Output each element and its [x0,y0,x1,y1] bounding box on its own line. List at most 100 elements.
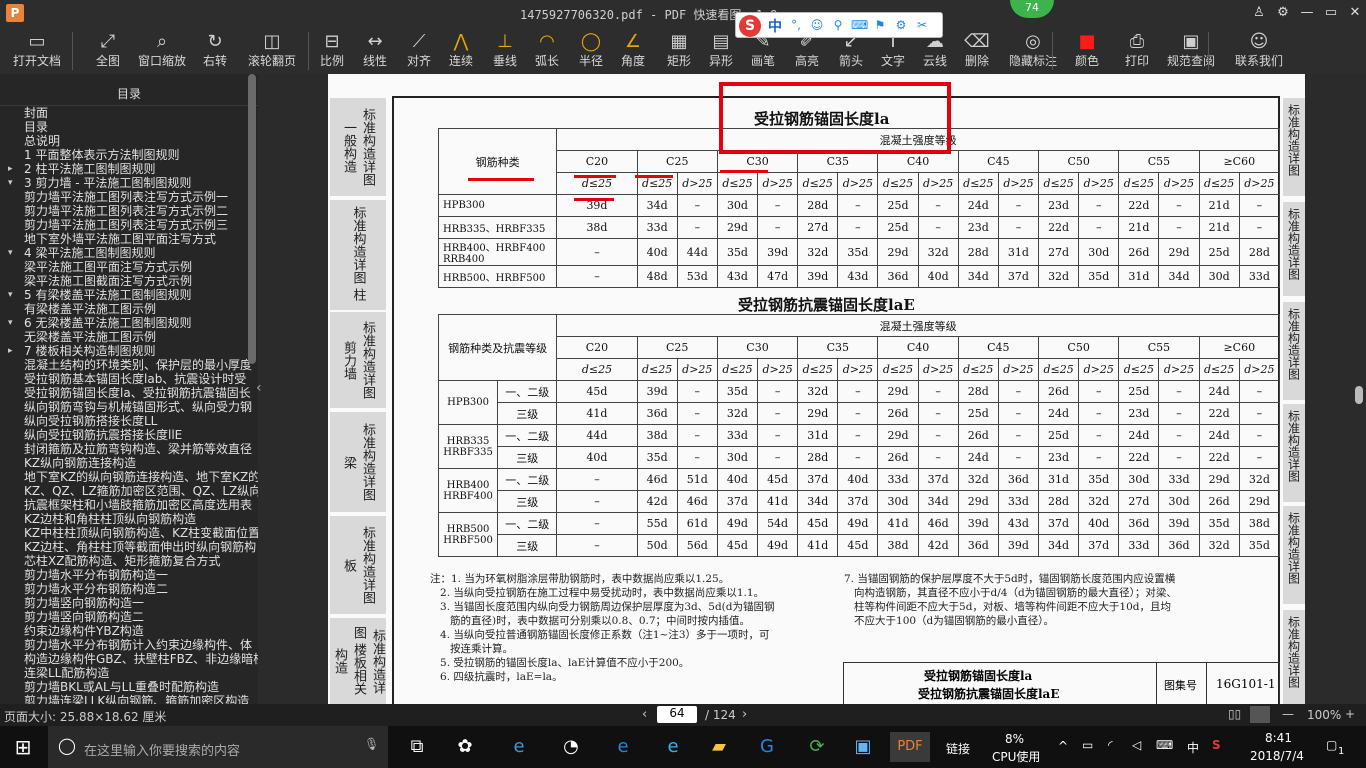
toc-item[interactable]: ▾ 6 无梁楼盖平法施工图制图规则 [0,316,258,330]
pinwheel-app-icon[interactable]: ✿ [450,732,480,762]
red-rectangle-annotation[interactable] [719,82,951,154]
toc-item[interactable]: 混凝土结构的环境类别、保护层的最小厚度 [0,358,258,372]
toolbar-7-button[interactable]: ⟋ 对齐 [404,28,434,74]
toc-item[interactable]: 剪力墙水平分布钢筋计入约束边缘构件、体 [0,638,258,652]
toc-toggle-icon[interactable]: ▾ [8,176,13,190]
toc-item[interactable]: 封面 [0,106,258,120]
toolbar-2-button[interactable]: ⌕ 窗口缩放 [136,28,188,74]
toolbar-0-button[interactable]: ▭ 打开文档 [10,28,64,74]
zoom-in-icon[interactable]: + [1345,707,1355,721]
volume-icon[interactable]: ◁ [1132,738,1141,752]
tray-expand-icon[interactable]: ^ [1058,739,1068,753]
toolbar-14-button[interactable]: ▤ 异形 [706,28,736,74]
image-app-icon[interactable]: ▣ [848,732,878,762]
toc-item[interactable]: 地下室外墙平法施工图平面注写方式 [0,232,258,246]
viewer-scrollbar[interactable] [1355,386,1363,404]
keyboard-icon[interactable]: ⌨ [1156,738,1173,752]
toc-item[interactable]: KZ边柱、角柱柱顶等截面伸出时纵向钢筋构 [0,540,258,554]
toc-item[interactable]: KZ纵向钢筋连接构造 [0,456,258,470]
toc-item[interactable]: 剪力墙竖向钢筋构造一 [0,596,258,610]
toc-item[interactable]: 纵向受拉钢筋搭接长度LL [0,414,258,428]
task-view-icon[interactable]: ⧉ [402,732,432,762]
edge-icon[interactable]: e [608,732,638,762]
zoom-out-icon[interactable]: — [1282,707,1294,721]
red-underline-annotation[interactable] [468,178,534,181]
clock-date[interactable]: 2018/7/4 [1250,749,1304,763]
ime-tool-6-icon[interactable]: ✂ [914,17,930,33]
toolbar-5-button[interactable]: ⊟ 比例 [318,28,346,74]
toc-item[interactable]: 剪力墙竖向钢筋构造二 [0,610,258,624]
toolbar-1-button[interactable]: ⤢ 全图 [90,28,126,74]
taskbar-link-label[interactable]: 链接 [946,740,970,757]
ime-tool-1-icon[interactable]: ☺ [809,17,825,33]
toc-item[interactable]: 封闭箍筋及拉筋弯钩构造、梁并筋等效直径 [0,442,258,456]
minimize-button[interactable]: — [1296,4,1318,22]
toolbar-4-button[interactable]: ◫ 滚轮翻页 [246,28,298,74]
toc-item[interactable]: KZ边柱和角柱柱顶纵向钢筋构造 [0,512,258,526]
wifi-icon[interactable]: ◜ [1108,738,1113,752]
prev-page-icon[interactable]: ‹ [642,707,647,722]
taskbar-search[interactable]: ◯ 在这里输入你要搜索的内容 🎙 [48,726,388,768]
ime-tool-5-icon[interactable]: ⚙ [893,17,909,33]
toc-item[interactable]: 梁平法施工图截面注写方式示例 [0,274,258,288]
ime-mode-label[interactable]: 中 [768,16,782,36]
toc-item[interactable]: ▾ 4 梁平法施工图制图规则 [0,246,258,260]
toc-toggle-icon[interactable]: ▾ [8,288,13,302]
single-page-icon[interactable]: ▯▯ [1228,707,1241,721]
toc-item[interactable]: 纵向钢筋弯钩与机械锚固形式、纵向受力钢 [0,400,258,414]
toc-item[interactable]: 剪力墙平法施工图列表注写方式示例一 [0,190,258,204]
toolbar-23-button[interactable]: ⎙ 打印 [1122,28,1152,74]
ime-indicator[interactable]: 中 [1187,739,1199,756]
toc-item[interactable]: ▾ 3 剪力墙 - 平法施工图制图规则 [0,176,258,190]
notification-icon[interactable]: ▢ [1326,738,1337,752]
maximize-button[interactable]: ▭ [1320,4,1342,22]
zoom-level[interactable]: 100% [1307,708,1341,722]
page-number-input[interactable]: 64 [657,706,697,723]
toc-item[interactable]: 剪力墙BKL或AL与LL重叠时配筋构造 [0,680,258,694]
toc-item[interactable]: 1 平面整体表示方法制图规则 [0,148,258,162]
ime-tool-2-icon[interactable]: ⚲ [830,17,846,33]
user-icon[interactable]: ♙ [1248,4,1270,22]
toc-item[interactable]: 剪力墙平法施工图列表注写方式示例三 [0,218,258,232]
toc-item[interactable]: 剪力墙水平分布钢筋构造一 [0,568,258,582]
toolbar-11-button[interactable]: ◯ 半径 [576,28,606,74]
red-underline-annotation[interactable] [574,175,616,178]
toc-item[interactable]: KZ中柱柱顶纵向钢筋构造、KZ柱变截面位置 [0,526,258,540]
ime-toolbar[interactable]: S 中 °, ☺ ⚲ ⌨ ⚑ ⚙ ✂ [735,12,943,38]
toc-item[interactable]: 梁平法施工图平面注写方式示例 [0,260,258,274]
toolbar-20-button[interactable]: ⌫ 删除 [962,28,992,74]
toc-item[interactable]: 纵向受拉钢筋抗震搭接长度llE [0,428,258,442]
toc-item[interactable]: 抗震框架柱和小墙肢箍筋加密区高度选用表 [0,498,258,512]
toolbar-10-button[interactable]: ◠ 弧长 [532,28,562,74]
ime-tool-4-icon[interactable]: ⚑ [872,17,888,33]
toc-item[interactable]: 连梁LL配筋构造 [0,666,258,680]
toc-item[interactable]: 剪力墙水平分布钢筋构造二 [0,582,258,596]
ie-icon[interactable]: e [504,732,534,762]
close-button[interactable]: ✕ [1344,4,1366,22]
document-viewer[interactable]: 标准构造详图 一般构造 标准构造详图 柱标准构造详图 剪力墙 标准构造详图 梁标准构… [268,74,1366,707]
green-app-icon[interactable]: ⟳ [802,732,832,762]
red-underline-annotation[interactable] [574,198,614,201]
settings-icon[interactable]: ⚙ [1272,4,1294,22]
browser-g-icon[interactable]: G [752,732,782,762]
toc-item[interactable]: 有梁楼盖平法施工图示例 [0,302,258,316]
toc-item[interactable]: 总说明 [0,134,258,148]
file-explorer-icon[interactable]: ▰ [704,732,734,762]
start-icon[interactable]: ⊞ [8,732,38,762]
toc-item[interactable]: 无梁楼盖平法施工图示例 [0,330,258,344]
toc-item[interactable]: 目录 [0,120,258,134]
battery-icon[interactable]: ▭ [1082,738,1093,752]
toc-toggle-icon[interactable]: ▾ [8,316,13,330]
toolbar-9-button[interactable]: ⊥ 垂线 [490,28,520,74]
toc-toggle-icon[interactable]: ▾ [8,246,13,260]
ime-tool-3-icon[interactable]: ⌨ [851,17,868,33]
toc-item[interactable]: 地下室KZ的纵向钢筋连接构造、地下室KZ的 [0,470,258,484]
toc-item[interactable]: ▸ 7 楼板相关构造制图规则 [0,344,258,358]
toolbar-6-button[interactable]: ↔ 线性 [360,28,390,74]
toc-scrollbar[interactable] [248,74,256,364]
clock-time[interactable]: 8:41 [1265,731,1292,745]
toolbar-13-button[interactable]: ▦ 矩形 [664,28,694,74]
toolbar-22-button[interactable]: ■ 颜色 [1072,28,1102,74]
bell-app-icon[interactable]: ◔ [556,732,586,762]
ime-tool-0-icon[interactable]: °, [788,17,804,33]
